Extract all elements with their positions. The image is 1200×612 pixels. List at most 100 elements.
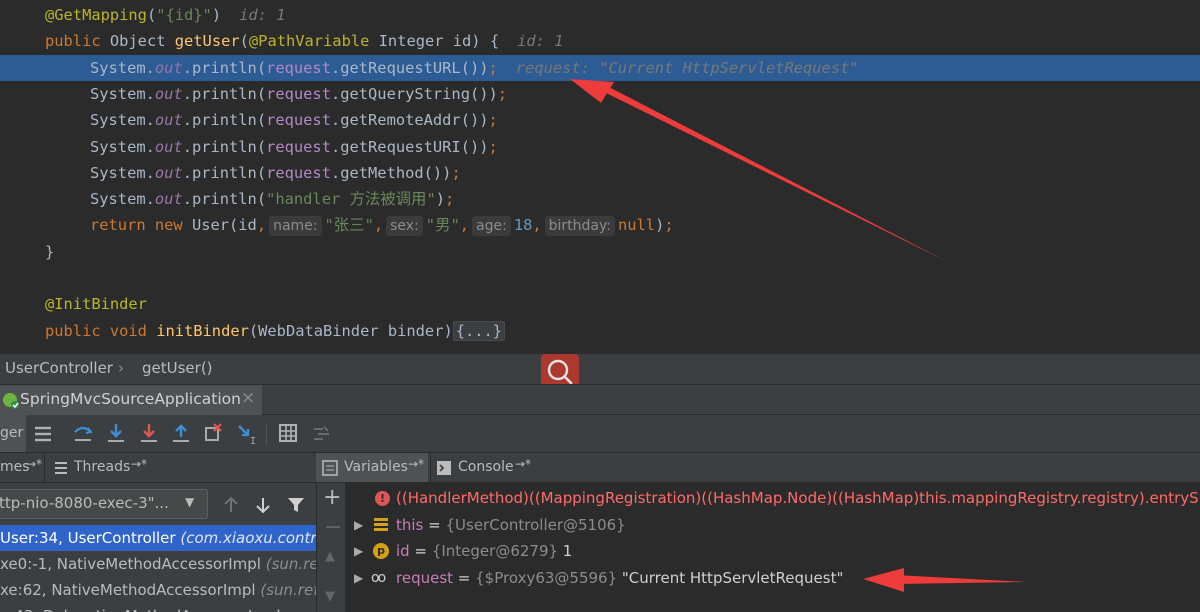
trace-icon[interactable] (309, 421, 335, 447)
code-text: System.out.println(request.getRequestURL… (45, 55, 859, 81)
tab-frames[interactable]: mes →* (0, 453, 42, 482)
frame-row[interactable]: e:43, DelegatingMethodAccessorImpl (0, 603, 316, 612)
chevron-down-icon: ▼ (185, 495, 195, 509)
remove-watch-icon[interactable]: − (324, 515, 342, 540)
frame-row[interactable]: xe0:-1, NativeMethodAccessorImpl (sun.re… (0, 551, 316, 577)
drop-frame-icon[interactable] (202, 421, 228, 447)
code-text: System.out.println(request.getQueryStrin… (45, 81, 507, 107)
variable-row[interactable]: ▶ this = {UserController@5106} (346, 512, 1200, 538)
add-watch-icon[interactable]: + (323, 485, 341, 510)
pin-icon: →* (26, 457, 43, 471)
code-token: initBinder (156, 321, 249, 340)
run-config-tab[interactable]: SpringMvcSourceApplication × (0, 385, 262, 415)
expand-arrow-icon[interactable]: ▶ (354, 565, 363, 591)
code-line[interactable]: System.out.println(request.getRemoteAddr… (0, 107, 1200, 133)
code-line[interactable]: public void initBinder(WebDataBinder bin… (0, 318, 1200, 344)
force-step-into-icon[interactable] (137, 421, 163, 447)
debug-inline-value: request: "Current HttpServletRequest" (515, 58, 859, 77)
code-token: return new (90, 216, 192, 235)
evaluate-expression-icon[interactable] (276, 421, 302, 447)
menu-icon[interactable] (32, 421, 58, 447)
code-editor[interactable]: @GetMapping("{id}") id: 1 public Object ge… (0, 0, 1200, 354)
code-token: "男" (425, 216, 460, 235)
code-token: .println( (182, 58, 267, 77)
code-line[interactable]: } (0, 239, 1200, 265)
code-token: 18 (513, 216, 533, 235)
code-line[interactable]: @InitBinder (0, 291, 1200, 317)
frame-class: (com.xiaoxu.controller (180, 529, 316, 547)
code-token: .getQueryString()) (330, 84, 498, 103)
breadcrumb-method[interactable]: getUser() (142, 359, 213, 377)
code-token: @GetMapping (45, 6, 147, 24)
code-text: System.out.println(request.getRemoteAddr… (45, 107, 498, 133)
spring-boot-icon (3, 393, 19, 409)
code-token: System. (90, 58, 155, 77)
show-execution-point-icon[interactable] (72, 421, 98, 447)
next-frame-icon[interactable] (253, 495, 273, 515)
code-token: System. (90, 137, 155, 156)
tab-threads[interactable]: Threads →* (44, 453, 150, 482)
frame-method: xe:62, NativeMethodAccessorImpl (0, 581, 256, 599)
watch-error-row[interactable]: ! ((HandlerMethod)((MappingRegistration)(… (346, 485, 1200, 511)
code-line[interactable]: System.out.println(request.getQueryStrin… (0, 81, 1200, 107)
current-execution-line[interactable]: System.out.println(request.getRequestURL… (0, 54, 1200, 81)
folded-code[interactable]: {...} (452, 320, 506, 341)
code-token: request (266, 111, 331, 130)
expand-arrow-icon[interactable]: ▶ (354, 538, 363, 564)
run-to-cursor-icon[interactable]: I (235, 421, 261, 447)
code-token: ) (655, 216, 665, 235)
p-icon: p (373, 543, 389, 559)
variable-row[interactable]: ▶ oo request = {$Proxy63@5596} "Current Ht… (346, 565, 1200, 591)
code-token: out (154, 84, 183, 103)
code-token: User(id (191, 216, 257, 235)
step-into-icon[interactable] (104, 421, 130, 447)
error-icon: ! (375, 491, 390, 506)
frame-row[interactable]: xe:62, NativeMethodAccessorImpl (sun.ref… (0, 577, 316, 603)
variable-row[interactable]: ▶ p id = {Integer@6279} 1 (346, 538, 1200, 564)
code-line[interactable]: System.out.println("handler 方法被调用"); (0, 186, 1200, 212)
debugger-tab-label: ger (0, 425, 24, 441)
frames-pane: ttp-nio-8080-exec-3"... ▼ User:34, UserC… (0, 483, 316, 612)
frame-row[interactable]: User:34, UserController (com.xiaoxu.cont… (0, 525, 316, 551)
code-token: , (459, 216, 470, 235)
code-line[interactable]: @GetMapping("{id}") id: 1 (0, 2, 1200, 28)
toolbar-divider (266, 423, 267, 445)
code-token: ; (488, 137, 498, 156)
code-line[interactable]: public Object getUser(@PathVariable Inte… (0, 28, 1200, 54)
code-token: @PathVariable (248, 32, 379, 51)
move-up-icon[interactable]: ▲ (325, 549, 335, 564)
parameter-hint: sex: (386, 216, 423, 237)
code-line[interactable] (0, 265, 1200, 291)
previous-frame-icon[interactable] (221, 495, 241, 515)
breadcrumb-class[interactable]: UserController (5, 359, 113, 377)
code-line[interactable]: System.out.println(request.getMethod()); (0, 160, 1200, 186)
code-text: @GetMapping("{id}") id: 1 (45, 2, 285, 28)
debugger-tab[interactable]: ger (0, 415, 26, 452)
variables-icon (322, 460, 338, 476)
code-token: .println( (182, 84, 267, 103)
code-token: ; (664, 216, 674, 235)
code-token: .getMethod()) (330, 163, 452, 182)
close-tab-icon[interactable]: × (241, 388, 255, 408)
pin-icon: →* (131, 457, 148, 471)
step-out-icon[interactable] (169, 421, 195, 447)
code-line[interactable]: return new User(id, name: "张三", sex: "男", age… (0, 212, 1200, 238)
code-token: .println( (182, 163, 267, 182)
code-token: ) (211, 6, 222, 24)
tab-variables[interactable]: Variables →* (316, 453, 428, 482)
variable-name: request (396, 568, 454, 587)
code-token: , (256, 216, 267, 235)
code-token: Integer id) { (378, 32, 500, 51)
filter-icon[interactable] (286, 495, 306, 515)
code-text: System.out.println("handler 方法被调用"); (45, 186, 454, 212)
parameter-hint: age: (472, 216, 511, 237)
code-token: out (154, 111, 183, 130)
code-line[interactable]: System.out.println(request.getRequestURI… (0, 134, 1200, 160)
tab-console[interactable]: Console →* (430, 453, 534, 482)
move-down-icon[interactable]: ▼ (325, 589, 335, 604)
code-token: "handler 方法被调用" (266, 190, 436, 209)
variable-text: this = {UserController@5106} (396, 512, 626, 538)
thread-selector[interactable]: ttp-nio-8080-exec-3"... ▼ (0, 489, 208, 519)
expand-arrow-icon[interactable]: ▶ (354, 512, 363, 538)
code-token: System. (90, 190, 155, 209)
